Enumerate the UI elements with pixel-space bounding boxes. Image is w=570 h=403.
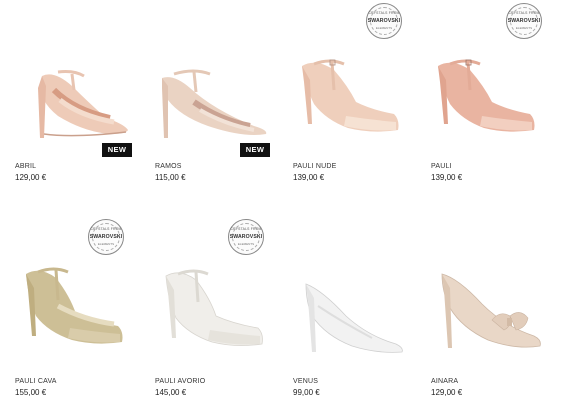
product-price: 115,00 € <box>155 173 186 182</box>
product-image-pauli-cava[interactable] <box>14 246 146 386</box>
metallic-platform-sandal-image <box>26 267 123 344</box>
product-name[interactable]: PAULI <box>431 163 452 170</box>
product-name[interactable]: PAULI CAVA <box>15 378 57 385</box>
product-price: 155,00 € <box>15 388 47 397</box>
product-image-ainara[interactable] <box>430 246 562 386</box>
product-price: 129,00 € <box>431 388 463 397</box>
swarovski-seal: CRYSTALS FROM SWAROVSKI ELEMENTS <box>88 219 124 255</box>
bow-pump-image <box>441 273 541 348</box>
product-image-pauli-avorio[interactable] <box>154 246 286 386</box>
product-name[interactable]: AINARA <box>431 378 458 385</box>
product-price: 139,00 € <box>431 173 463 182</box>
new-badge: NEW <box>240 143 270 157</box>
product-price: 129,00 € <box>15 173 47 182</box>
swarovski-seal: CRYSTALS FROM SWAROVSKI ELEMENTS <box>228 219 264 255</box>
swarovski-seal: CRYSTALS FROM SWAROVSKI ELEMENTS <box>506 3 542 39</box>
ivory-platform-sandal-image <box>165 269 263 346</box>
product-name[interactable]: RAMOS <box>155 163 182 170</box>
swarovski-seal: CRYSTALS FROM SWAROVSKI ELEMENTS <box>366 3 402 39</box>
white-pump-image <box>305 283 403 353</box>
new-badge: NEW <box>102 143 132 157</box>
product-name[interactable]: PAULI NUDE <box>293 163 337 170</box>
product-price: 99,00 € <box>293 388 320 397</box>
product-image-pauli-nude[interactable] <box>292 30 424 170</box>
product-grid: NEW ABRIL 129,00 € NEW RAMOS 115,00 € CR… <box>0 0 570 403</box>
product-name[interactable]: VENUS <box>293 378 318 385</box>
platform-sandal-image <box>438 59 535 132</box>
product-image-pauli[interactable] <box>430 30 562 170</box>
product-image-venus[interactable] <box>292 246 424 386</box>
product-price: 139,00 € <box>293 173 325 182</box>
platform-sandal-image <box>302 59 399 132</box>
product-name[interactable]: ABRIL <box>15 163 36 170</box>
product-name[interactable]: PAULI AVORIO <box>155 378 205 385</box>
product-price: 145,00 € <box>155 388 187 397</box>
